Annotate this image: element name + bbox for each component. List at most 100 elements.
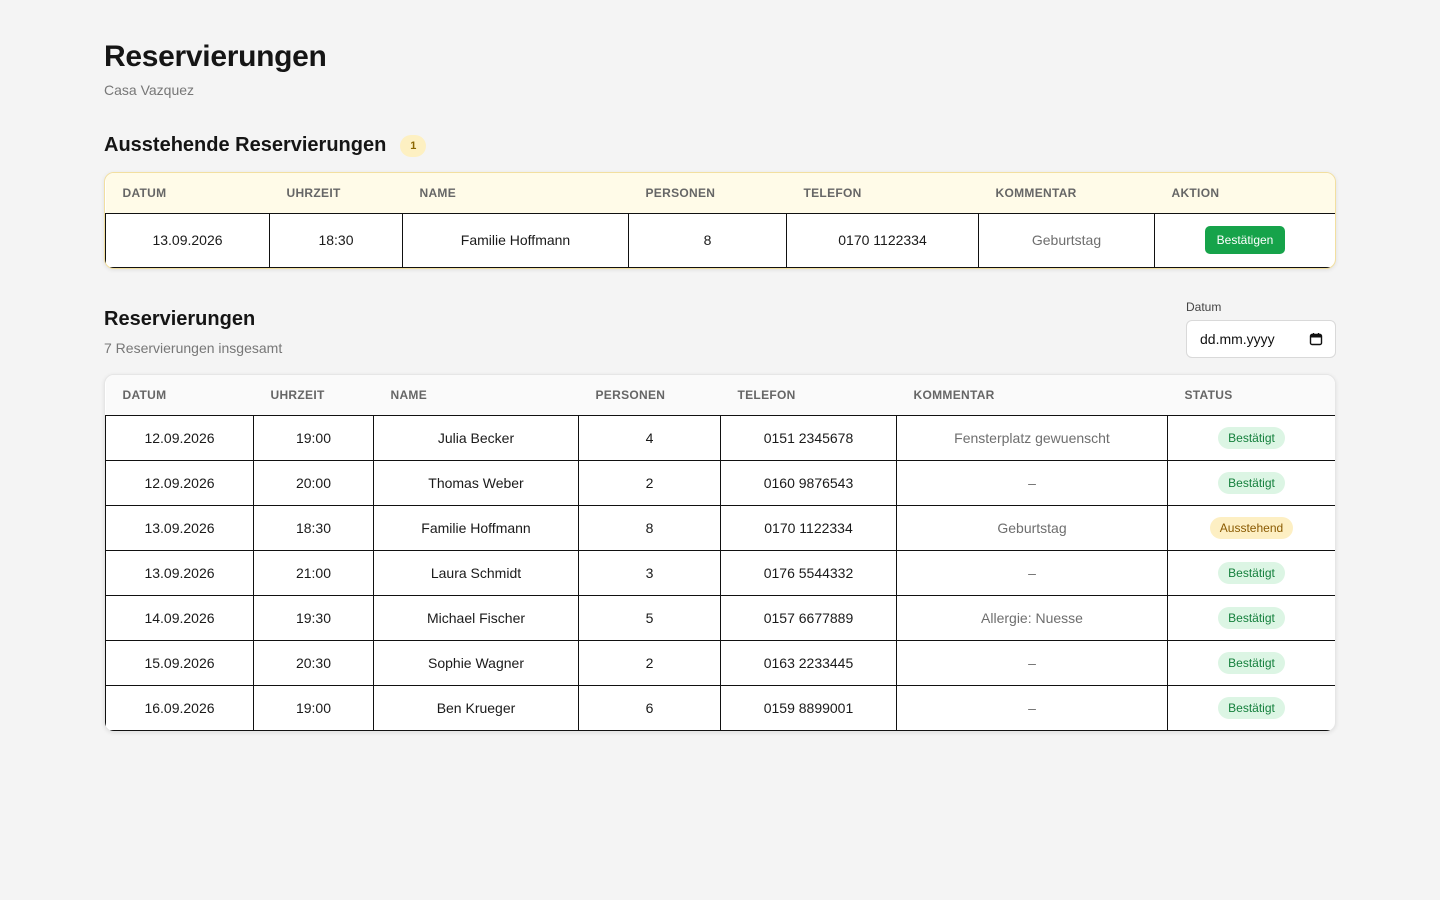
cell-date: 14.09.2026: [105, 594, 254, 641]
cell-name: Familie Hoffmann: [402, 212, 629, 268]
date-filter-input[interactable]: dd.mm.yyyy: [1186, 320, 1336, 358]
status-badge: Bestätigt: [1218, 471, 1285, 494]
cell-name: Laura Schmidt: [373, 549, 579, 596]
status-badge: Bestätigt: [1218, 561, 1285, 584]
cell-phone: 0159 8899001: [720, 684, 897, 731]
table-header-row: DATUM UHRZEIT NAME PERSONEN TELEFON KOMM…: [105, 375, 1335, 415]
cell-date: 12.09.2026: [105, 459, 254, 506]
reservations-table: DATUM UHRZEIT NAME PERSONEN TELEFON KOMM…: [104, 374, 1336, 732]
cell-status: Bestätigt: [1167, 639, 1335, 686]
cell-persons: 8: [628, 212, 787, 268]
confirm-button[interactable]: Bestätigen: [1204, 226, 1286, 254]
column-header-time: UHRZEIT: [269, 173, 403, 213]
cell-comment: –: [896, 549, 1168, 596]
cell-phone: 0170 1122334: [720, 504, 897, 551]
cell-name: Ben Krueger: [373, 684, 579, 731]
cell-date: 12.09.2026: [105, 414, 254, 461]
cell-name: Thomas Weber: [373, 459, 579, 506]
cell-time: 20:00: [253, 459, 374, 506]
pending-section-header: Ausstehende Reservierungen 1: [104, 134, 427, 157]
table-row: 13.09.2026 18:30 Familie Hoffmann 8 0170…: [105, 212, 1335, 268]
table-row: 13.09.2026 18:30 Familie Hoffmann 8 0170…: [105, 504, 1335, 551]
cell-status: Bestätigt: [1167, 414, 1335, 461]
reservations-section-title: Reservierungen: [104, 308, 256, 330]
cell-name: Julia Becker: [373, 414, 579, 461]
column-header-name: NAME: [373, 375, 579, 415]
column-header-action: AKTION: [1154, 173, 1335, 213]
column-header-status: STATUS: [1167, 375, 1335, 415]
cell-date: 16.09.2026: [105, 684, 254, 731]
cell-time: 20:30: [253, 639, 374, 686]
pending-count-badge: 1: [400, 134, 427, 157]
table-row: 15.09.2026 20:30 Sophie Wagner 2 0163 22…: [105, 639, 1335, 686]
pending-section-title: Ausstehende Reservierungen: [104, 134, 387, 156]
cell-name: Michael Fischer: [373, 594, 579, 641]
cell-comment: –: [896, 684, 1168, 731]
cell-date: 15.09.2026: [105, 639, 254, 686]
cell-phone: 0157 6677889: [720, 594, 897, 641]
status-badge: Ausstehend: [1209, 516, 1294, 539]
cell-date: 13.09.2026: [105, 549, 254, 596]
cell-date: 13.09.2026: [105, 212, 270, 268]
cell-persons: 5: [578, 594, 721, 641]
restaurant-name: Casa Vazquez: [104, 82, 195, 98]
cell-name: Sophie Wagner: [373, 639, 579, 686]
cell-persons: 2: [578, 459, 721, 506]
cell-time: 21:00: [253, 549, 374, 596]
cell-time: 19:00: [253, 684, 374, 731]
reservations-count: 7 Reservierungen insgesamt: [104, 340, 283, 356]
cell-phone: 0160 9876543: [720, 459, 897, 506]
cell-comment: Geburtstag: [978, 212, 1155, 268]
cell-persons: 8: [578, 504, 721, 551]
page-title: Reservierungen: [104, 40, 327, 73]
cell-phone: 0151 2345678: [720, 414, 897, 461]
table-row: 13.09.2026 21:00 Laura Schmidt 3 0176 55…: [105, 549, 1335, 596]
table-row: 12.09.2026 20:00 Thomas Weber 2 0160 987…: [105, 459, 1335, 506]
cell-comment: Geburtstag: [896, 504, 1168, 551]
column-header-phone: TELEFON: [786, 173, 979, 213]
cell-comment: –: [896, 459, 1168, 506]
cell-date: 13.09.2026: [105, 504, 254, 551]
table-row: 12.09.2026 19:00 Julia Becker 4 0151 234…: [105, 414, 1335, 461]
status-badge: Bestätigt: [1218, 696, 1285, 719]
cell-persons: 4: [578, 414, 721, 461]
date-filter-label: Datum: [1186, 300, 1222, 314]
cell-phone: 0170 1122334: [786, 212, 979, 268]
cell-persons: 3: [578, 549, 721, 596]
cell-status: Bestätigt: [1167, 684, 1335, 731]
column-header-date: DATUM: [105, 375, 254, 415]
cell-name: Familie Hoffmann: [373, 504, 579, 551]
table-header-row: DATUM UHRZEIT NAME PERSONEN TELEFON KOMM…: [105, 173, 1335, 213]
status-badge: Bestätigt: [1218, 651, 1285, 674]
cell-time: 18:30: [253, 504, 374, 551]
cell-persons: 2: [578, 639, 721, 686]
calendar-icon[interactable]: [1309, 332, 1323, 346]
cell-comment: Fensterplatz gewuenscht: [896, 414, 1168, 461]
column-header-comment: KOMMENTAR: [896, 375, 1168, 415]
cell-status: Ausstehend: [1167, 504, 1335, 551]
column-header-comment: KOMMENTAR: [978, 173, 1155, 213]
column-header-date: DATUM: [105, 173, 270, 213]
column-header-phone: TELEFON: [720, 375, 897, 415]
cell-action: Bestätigen: [1154, 212, 1335, 268]
cell-phone: 0176 5544332: [720, 549, 897, 596]
cell-status: Bestätigt: [1167, 549, 1335, 596]
table-row: 14.09.2026 19:30 Michael Fischer 5 0157 …: [105, 594, 1335, 641]
cell-persons: 6: [578, 684, 721, 731]
column-header-persons: PERSONEN: [628, 173, 787, 213]
cell-status: Bestätigt: [1167, 459, 1335, 506]
date-filter-placeholder: dd.mm.yyyy: [1200, 331, 1275, 347]
cell-time: 19:00: [253, 414, 374, 461]
column-header-time: UHRZEIT: [253, 375, 374, 415]
cell-comment: –: [896, 639, 1168, 686]
pending-reservations-table: DATUM UHRZEIT NAME PERSONEN TELEFON KOMM…: [104, 172, 1336, 269]
cell-comment: Allergie: Nuesse: [896, 594, 1168, 641]
cell-time: 18:30: [269, 212, 403, 268]
cell-time: 19:30: [253, 594, 374, 641]
status-badge: Bestätigt: [1218, 606, 1285, 629]
table-row: 16.09.2026 19:00 Ben Krueger 6 0159 8899…: [105, 684, 1335, 731]
column-header-persons: PERSONEN: [578, 375, 721, 415]
column-header-name: NAME: [402, 173, 629, 213]
status-badge: Bestätigt: [1218, 426, 1285, 449]
cell-phone: 0163 2233445: [720, 639, 897, 686]
